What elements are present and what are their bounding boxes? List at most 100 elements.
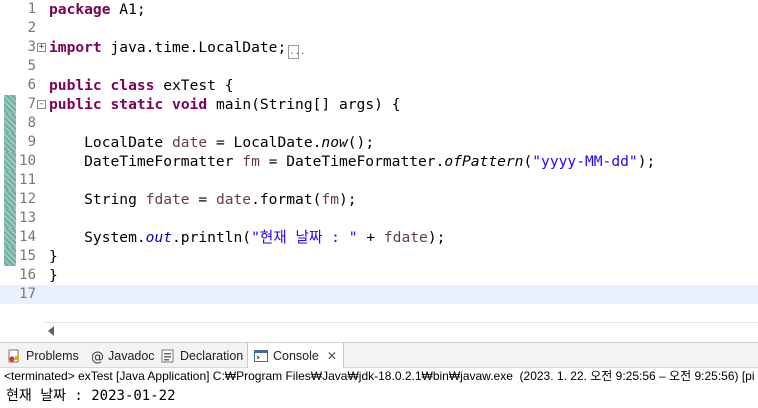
problems-icon — [6, 348, 22, 364]
code-line[interactable]: 15} — [0, 247, 758, 266]
line-number: 11 — [19, 172, 36, 188]
line-number: 14 — [19, 229, 36, 245]
line-number: 5 — [27, 58, 36, 74]
code-line[interactable]: 1 package A1; — [0, 0, 758, 19]
code-token: public — [49, 96, 102, 113]
tab-javadoc[interactable]: @ Javadoc — [90, 343, 155, 368]
code-text: String fdate = date.format(fm); — [49, 190, 356, 209]
code-token: class — [110, 77, 155, 94]
line-number: 16 — [19, 267, 36, 283]
expand-fold-icon[interactable]: + — [37, 43, 46, 52]
code-line[interactable]: 7- public static void main(String[] args)… — [0, 95, 758, 114]
line-number: 8 — [27, 115, 36, 131]
line-number: 12 — [19, 191, 36, 207]
console-status-line: <terminated> exTest [Java Application] C… — [0, 368, 758, 385]
tab-label: Console — [273, 348, 319, 363]
code-token: = LocalDate. — [207, 134, 322, 151]
code-token: main(String[] args) { — [207, 96, 401, 113]
collapse-fold-icon[interactable]: - — [37, 100, 46, 109]
tab-console[interactable]: Console ✕ — [247, 343, 344, 368]
console-icon — [253, 348, 269, 364]
code-token: A1; — [110, 1, 146, 18]
code-text: import java.time.LocalDate;... — [49, 38, 306, 59]
line-number: 9 — [27, 134, 36, 150]
close-icon[interactable]: ✕ — [327, 349, 337, 363]
code-text: public class exTest { — [49, 76, 234, 95]
code-token: date — [215, 191, 252, 208]
code-token: + — [357, 229, 384, 246]
code-text: public static void main(String[] args) { — [49, 95, 400, 114]
tab-declaration[interactable]: Declaration — [160, 343, 243, 368]
tab-label: Problems — [26, 348, 79, 363]
code-token: "yyyy-MM-dd" — [532, 153, 638, 170]
line-number: 17 — [19, 286, 36, 302]
code-token: = — [189, 191, 216, 208]
line-number: 6 — [27, 77, 36, 93]
line-number: 13 — [19, 210, 36, 226]
code-line[interactable]: 5 — [0, 57, 758, 76]
code-token: System. — [49, 229, 146, 246]
console-output[interactable]: 현재 날짜 : 2023-01-22 — [0, 386, 758, 408]
tab-label: Declaration — [180, 348, 244, 363]
console-tab-bar: Problems @ Javadoc Declaration Console ✕ — [0, 342, 758, 368]
code-line[interactable]: 9 LocalDate date = LocalDate.now(); — [0, 133, 758, 152]
code-line[interactable]: 3 + import java.time.LocalDate;... — [0, 38, 758, 59]
code-token: date — [172, 134, 208, 151]
code-text: } — [49, 247, 58, 266]
code-line[interactable]: 14 System.out.println("현재 날짜 : " + fdate… — [0, 228, 758, 247]
code-token: "현재 날짜 : " — [251, 229, 358, 246]
tab-problems[interactable]: Problems — [6, 343, 79, 368]
code-token: package — [49, 1, 111, 18]
code-token: .format( — [251, 191, 322, 208]
code-token: now — [321, 134, 348, 151]
code-token: fdate — [383, 229, 428, 246]
line-number: 10 — [19, 153, 36, 169]
code-token: LocalDate — [49, 134, 173, 151]
code-token: (); — [347, 134, 375, 151]
code-line[interactable]: 16} — [0, 266, 758, 285]
declaration-icon — [160, 348, 176, 364]
code-line[interactable]: 17 — [0, 285, 758, 304]
code-editor[interactable]: 1 package A1; 2 3 + import java.time.LocalDat… — [0, 0, 758, 322]
code-line[interactable]: 8 — [0, 114, 758, 133]
code-text: } — [49, 266, 58, 285]
code-token: import — [49, 39, 102, 56]
code-token: static — [110, 96, 164, 113]
code-token: exTest { — [154, 77, 234, 94]
code-token: } — [49, 248, 58, 265]
code-token: } — [49, 267, 58, 284]
code-token: void — [172, 96, 208, 113]
code-token: .println( — [172, 229, 252, 246]
horizontal-scrollbar[interactable] — [44, 322, 758, 338]
code-token: ); — [637, 153, 656, 170]
line-number: 1 — [27, 1, 36, 17]
scroll-left-icon[interactable] — [48, 326, 54, 336]
code-line[interactable]: 10 DateTimeFormatter fm = DateTimeFormat… — [0, 152, 758, 171]
code-token: out — [145, 229, 173, 246]
code-text: package A1; — [49, 0, 146, 19]
code-line[interactable]: 6 public class exTest { — [0, 76, 758, 95]
line-number: 7 — [27, 96, 36, 112]
svg-text:@: @ — [91, 350, 104, 364]
code-text: System.out.println("현재 날짜 : " + fdate); — [49, 228, 445, 247]
code-token: String — [49, 191, 146, 208]
code-token: ); — [427, 229, 446, 246]
code-token: ofPattern — [444, 153, 524, 170]
code-token: = DateTimeFormatter. — [259, 153, 445, 170]
line-number: 15 — [19, 248, 36, 264]
code-token: java.time.LocalDate; — [101, 39, 287, 56]
code-token: ( — [523, 153, 533, 170]
code-token: public — [49, 77, 102, 94]
code-token: fm — [242, 153, 260, 170]
code-line[interactable]: 11 — [0, 171, 758, 190]
line-number: 3 — [27, 39, 36, 55]
code-line[interactable]: 13 — [0, 209, 758, 228]
tab-label: Javadoc — [108, 348, 155, 363]
code-line[interactable]: 12 String fdate = date.format(fm); — [0, 190, 758, 209]
code-text: LocalDate date = LocalDate.now(); — [49, 133, 374, 152]
code-token: fm — [321, 191, 339, 208]
code-line[interactable]: 2 — [0, 19, 758, 38]
